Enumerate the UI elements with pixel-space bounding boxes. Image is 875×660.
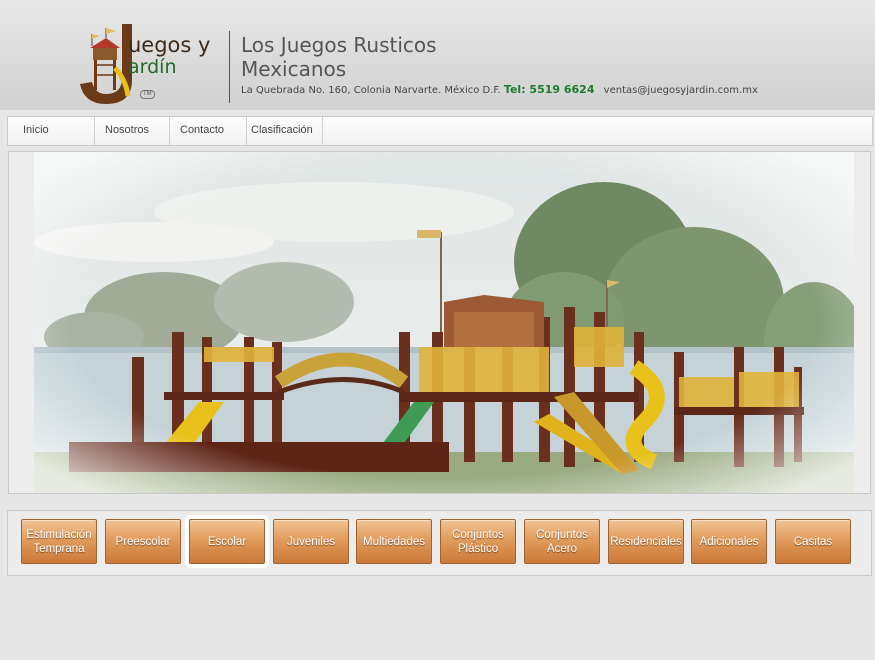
site-title: Los Juegos Rusticos Mexicanos bbox=[241, 33, 437, 81]
nav-item-nosotros[interactable]: Nosotros bbox=[95, 117, 170, 145]
nav-item-contacto[interactable]: Contacto bbox=[170, 117, 247, 145]
main-nav: Inicio Nosotros Contacto Clasificación bbox=[7, 116, 873, 146]
nav-item-inicio[interactable]: Inicio bbox=[13, 117, 95, 145]
header-divider bbox=[229, 31, 230, 103]
category-button-conjuntos-acero[interactable]: Conjuntos Acero bbox=[524, 519, 600, 564]
category-button-casitas[interactable]: Casitas bbox=[775, 519, 851, 564]
category-button-escolar[interactable]: Escolar bbox=[189, 519, 265, 564]
logo-text-juegos: uegos y bbox=[128, 33, 211, 57]
site-header: uegos y ardín TM Los Juegos Rusticos Mex… bbox=[0, 0, 875, 110]
category-bar: Estimulación Temprana Preescolar Escolar… bbox=[7, 510, 872, 576]
category-button-estimulacion-temprana[interactable]: Estimulación Temprana bbox=[21, 519, 97, 564]
address-text: La Quebrada No. 160, Colonia Narvarte. M… bbox=[241, 85, 501, 96]
category-button-conjuntos-plastico[interactable]: Conjuntos Plástico bbox=[440, 519, 516, 564]
nav-item-clasificacion[interactable]: Clasificación bbox=[247, 117, 323, 145]
trademark-badge: TM bbox=[140, 90, 155, 99]
phone-text: Tel: 5519 6624 bbox=[503, 83, 595, 96]
contact-line: La Quebrada No. 160, Colonia Narvarte. M… bbox=[241, 83, 758, 96]
category-button-adicionales[interactable]: Adicionales bbox=[691, 519, 767, 564]
category-button-multiedades[interactable]: Multiedades bbox=[356, 519, 432, 564]
hero-frame bbox=[8, 151, 871, 494]
category-button-residenciales[interactable]: Residenciales bbox=[608, 519, 684, 564]
logo-text-jardin: ardín bbox=[128, 56, 177, 78]
email-link[interactable]: ventas@juegosyjardin.com.mx bbox=[604, 85, 758, 96]
playground-photo bbox=[34, 152, 854, 493]
category-button-juveniles[interactable]: Juveniles bbox=[273, 519, 349, 564]
category-button-preescolar[interactable]: Preescolar bbox=[105, 519, 181, 564]
